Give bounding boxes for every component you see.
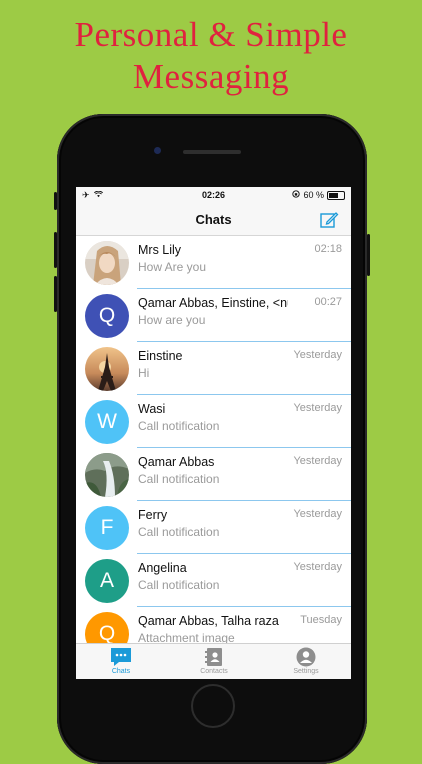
chat-time: Yesterday — [293, 455, 342, 467]
avatar: F — [85, 506, 129, 550]
chat-row[interactable]: A Angelina Yesterday Call notification — [76, 554, 351, 607]
chat-name: Wasi — [138, 402, 166, 416]
avatar: W — [85, 400, 129, 444]
mute-switch — [54, 192, 57, 210]
chat-last-message: How are you — [138, 313, 206, 327]
avatar: A — [85, 559, 129, 603]
chat-time: 02:18 — [314, 243, 342, 255]
chat-row[interactable]: Mrs Lily 02:18 How Are you — [76, 236, 351, 289]
chat-name: Einstine — [138, 349, 183, 363]
chat-last-message: Call notification — [138, 472, 220, 486]
person-circle-icon — [296, 647, 316, 667]
orientation-lock-icon — [292, 190, 301, 200]
chat-last-message: Hi — [138, 366, 150, 380]
promo-headline: Personal & Simple Messaging — [0, 14, 422, 98]
volume-down-button — [54, 276, 57, 312]
tab-settings-label: Settings — [293, 668, 319, 675]
chat-name: Ferry — [138, 508, 168, 522]
tab-contacts[interactable]: Contacts — [184, 647, 244, 675]
status-right: 60 % — [292, 190, 345, 200]
tab-settings[interactable]: Settings — [276, 647, 336, 675]
home-button[interactable] — [191, 684, 235, 728]
avatar: Q — [85, 294, 129, 338]
compose-icon[interactable] — [319, 210, 339, 230]
chat-row[interactable]: Einstine Yesterday Hi — [76, 342, 351, 395]
avatar — [85, 453, 129, 497]
chat-bubble-icon — [111, 648, 131, 666]
chat-list: Mrs Lily 02:18 How Are you Q Qamar Abbas, Ei… — [76, 236, 351, 660]
chat-row[interactable]: Qamar Abbas Yesterday Call notification — [76, 448, 351, 501]
chat-name: Qamar Abbas — [138, 455, 215, 469]
volume-up-button — [54, 232, 57, 268]
battery-percent: 60 % — [303, 190, 324, 200]
phone-frame: ✈ 02:26 60 % Chats Mrs Lily 02:18 How Ar… — [54, 114, 370, 764]
power-button — [367, 234, 370, 276]
headline-line-1: Personal & Simple — [74, 15, 348, 54]
chat-time: Yesterday — [293, 349, 342, 361]
front-camera — [154, 147, 161, 154]
chat-last-message: How Are you — [138, 260, 207, 274]
tab-chats-label: Chats — [111, 668, 131, 675]
tab-contacts-label: Contacts — [200, 668, 228, 675]
status-bar: ✈ 02:26 60 % — [76, 187, 351, 205]
chat-time: 00:27 — [314, 296, 342, 308]
earpiece-speaker — [183, 150, 241, 154]
chat-time: Yesterday — [293, 402, 342, 414]
chat-last-message: Call notification — [138, 578, 220, 592]
battery-icon — [327, 190, 345, 200]
chat-row[interactable]: Q Qamar Abbas, Einstine, <nul... 00:27 How … — [76, 289, 351, 342]
chat-name: Qamar Abbas, Einstine, <nul... — [138, 296, 288, 310]
tab-chats[interactable]: Chats — [91, 647, 151, 675]
chat-name: Angelina — [138, 561, 187, 575]
nav-title: Chats — [195, 212, 232, 227]
chat-last-message: Call notification — [138, 419, 220, 433]
tab-bar: Chats Contacts Settings — [76, 643, 351, 679]
chat-name: Mrs Lily — [138, 243, 182, 257]
chat-time: Yesterday — [293, 508, 342, 520]
avatar — [85, 347, 129, 391]
avatar — [85, 241, 129, 285]
contacts-book-icon — [205, 648, 222, 666]
headline-line-2: Messaging — [132, 57, 290, 96]
chat-last-message: Call notification — [138, 525, 220, 539]
phone-screen: ✈ 02:26 60 % Chats Mrs Lily 02:18 How Ar… — [76, 187, 351, 679]
nav-bar: Chats — [76, 205, 351, 236]
chat-row[interactable]: F Ferry Yesterday Call notification — [76, 501, 351, 554]
chat-name: Qamar Abbas, Talha raza — [138, 614, 279, 628]
chat-row[interactable]: W Wasi Yesterday Call notification — [76, 395, 351, 448]
chat-time: Yesterday — [293, 561, 342, 573]
chat-time: Tuesday — [300, 614, 342, 626]
